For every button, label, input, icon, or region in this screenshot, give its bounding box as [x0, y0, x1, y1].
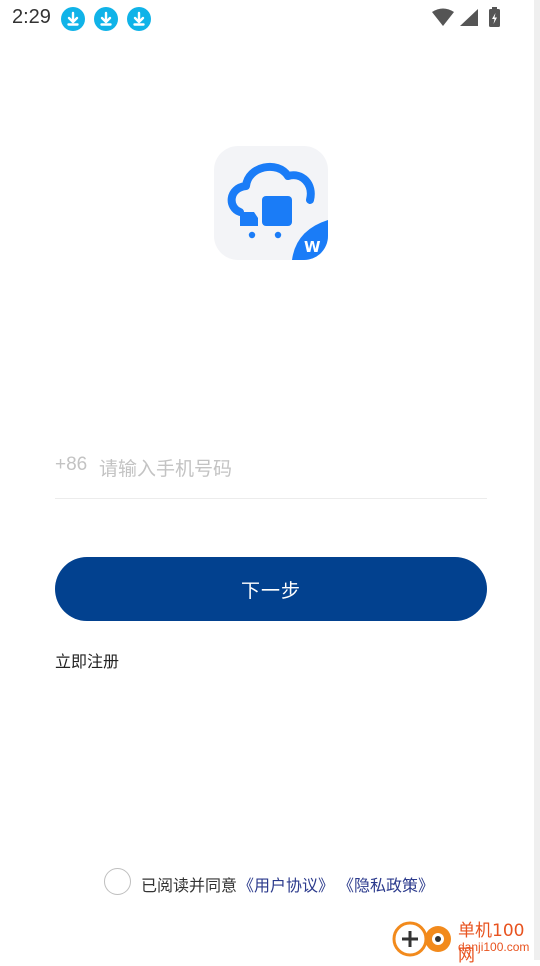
- app-logo: W: [214, 146, 328, 260]
- phone-input[interactable]: [97, 446, 481, 492]
- status-bar: 2:29: [0, 0, 540, 36]
- download-icon: [127, 7, 151, 31]
- system-icons: [430, 6, 502, 30]
- download-icon: [94, 7, 118, 31]
- agreement-checkbox[interactable]: [104, 868, 131, 895]
- status-time: 2:29: [12, 6, 51, 28]
- next-step-button[interactable]: 下一步: [55, 557, 487, 621]
- watermark-url: danji100.com: [458, 940, 530, 954]
- download-icon: [61, 7, 85, 31]
- signal-icon: [460, 9, 478, 26]
- wifi-icon: [432, 8, 454, 26]
- phone-field-row: +86: [55, 440, 487, 499]
- privacy-policy-link[interactable]: 《隐私政策》: [338, 872, 434, 896]
- svg-text:W: W: [304, 238, 321, 256]
- agreement-text: 已阅读并同意: [141, 876, 238, 895]
- register-link[interactable]: 立即注册: [55, 648, 119, 672]
- watermark: 单机100网 danji100.com: [392, 915, 540, 966]
- cloud-truck-logo-icon: W: [227, 163, 328, 260]
- country-code: +86: [55, 454, 88, 475]
- watermark-logo-icon: [392, 921, 451, 957]
- scroll-edge: [534, 0, 540, 960]
- user-agreement-link[interactable]: 《用户协议》: [238, 872, 334, 896]
